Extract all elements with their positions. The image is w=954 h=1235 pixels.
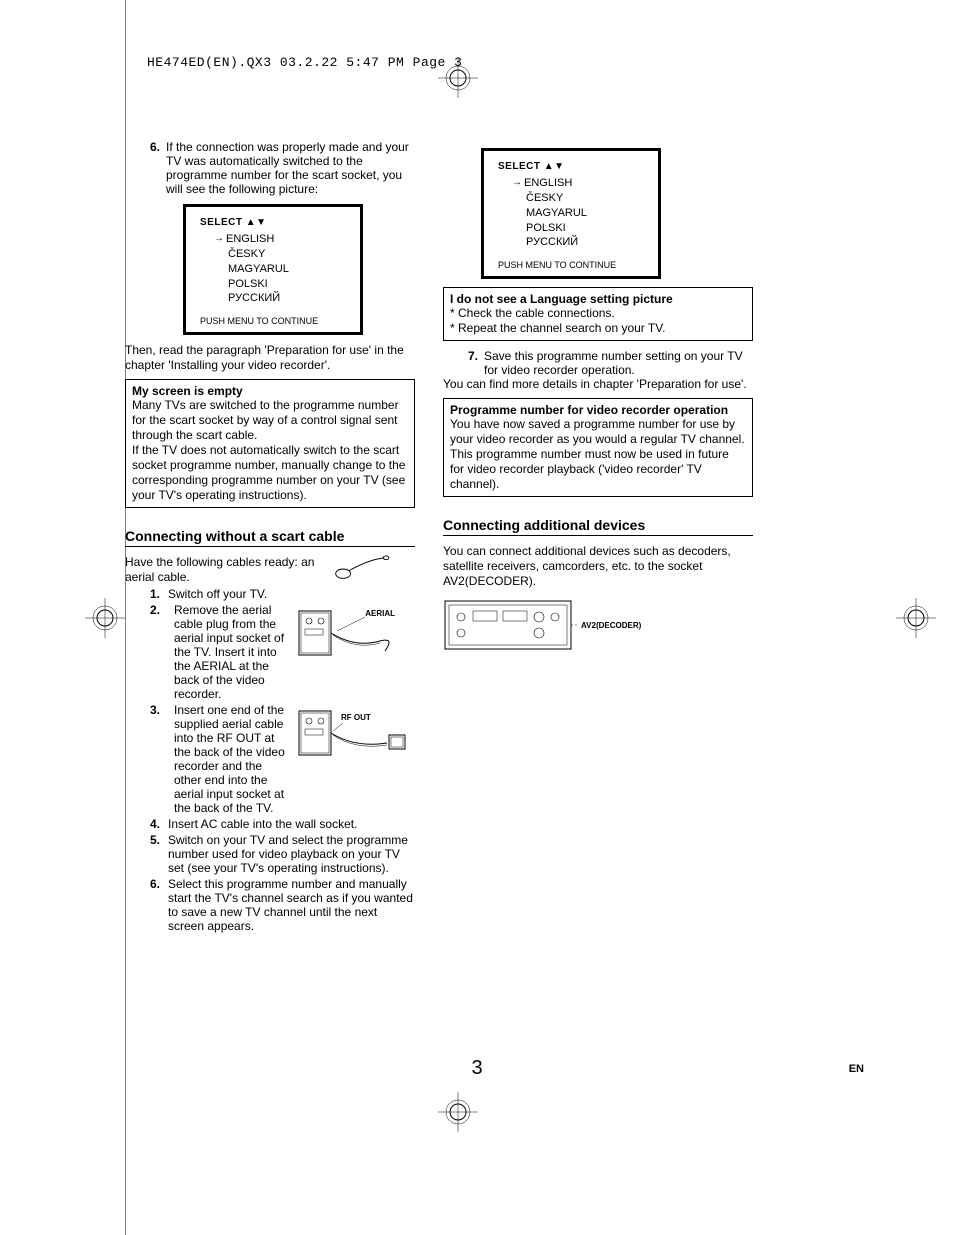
push-menu-label: PUSH MENU TO CONTINUE bbox=[200, 316, 346, 326]
lang-option: ČESKY bbox=[526, 191, 644, 206]
tv-screen-language-menu: SELECT ▲▼ ENGLISH ČESKY MAGYARUL POLSKI … bbox=[183, 204, 363, 335]
push-menu-label: PUSH MENU TO CONTINUE bbox=[498, 260, 644, 270]
info-box-text: Many TVs are switched to the programme n… bbox=[132, 398, 408, 443]
section-heading: Connecting without a scart cable bbox=[125, 528, 415, 544]
step-text: If the connection was properly made and … bbox=[166, 140, 415, 196]
registration-mark-icon bbox=[438, 1092, 478, 1132]
lang-option: POLSKI bbox=[526, 221, 644, 236]
step-number: 4. bbox=[150, 817, 168, 831]
step-text: Switch off your TV. bbox=[168, 587, 415, 601]
lang-option: MAGYARUL bbox=[526, 206, 644, 221]
left-column: 6. If the connection was properly made a… bbox=[125, 140, 415, 933]
step-number: 5. bbox=[150, 833, 168, 875]
lang-option: MAGYARUL bbox=[228, 262, 346, 277]
lang-option: POLSKI bbox=[228, 277, 346, 292]
step-text: Switch on your TV and select the program… bbox=[168, 833, 415, 875]
info-box-title: I do not see a Language setting picture bbox=[450, 292, 746, 306]
lang-option: ENGLISH bbox=[228, 232, 346, 247]
rf-out-connection-diagram: RF OUT bbox=[295, 703, 415, 763]
page-number: 3 bbox=[471, 1057, 482, 1080]
step-text: Save this programme number setting on yo… bbox=[484, 349, 753, 377]
lang-option: РУССКИЙ bbox=[228, 291, 346, 306]
intro-text: Have the following cables ready: an aeri… bbox=[125, 555, 325, 585]
decoder-connection-diagram: AV2(DECODER) bbox=[443, 595, 603, 665]
step-text: Remove the aerial cable plug from the ae… bbox=[174, 603, 289, 701]
lang-option: ENGLISH bbox=[526, 176, 644, 191]
info-box-title: Programme number for video recorder oper… bbox=[450, 403, 746, 417]
info-box-text: If the TV does not automatically switch … bbox=[132, 443, 408, 503]
paragraph: You can find more details in chapter 'Pr… bbox=[443, 377, 753, 392]
print-header: HE474ED(EN).QX3 03.2.22 5:47 PM Page 3 bbox=[125, 55, 875, 70]
step-number: 1. bbox=[150, 587, 168, 601]
lang-option: ČESKY bbox=[228, 247, 346, 262]
paragraph: You can connect additional devices such … bbox=[443, 544, 753, 589]
lang-option: РУССКИЙ bbox=[526, 235, 644, 250]
info-box-title: My screen is empty bbox=[132, 384, 408, 398]
step-text: Insert one end of the supplied aerial ca… bbox=[174, 703, 289, 815]
right-column: SELECT ▲▼ ENGLISH ČESKY MAGYARUL POLSKI … bbox=[443, 140, 753, 933]
paragraph: Then, read the paragraph 'Preparation fo… bbox=[125, 343, 415, 373]
step-number: 7. bbox=[468, 349, 484, 377]
aerial-connection-diagram: AERIAL bbox=[295, 603, 415, 663]
aerial-cable-icon bbox=[325, 555, 393, 583]
info-box-text: You have now saved a programme number fo… bbox=[450, 417, 746, 492]
info-box-bullet: * Check the cable connections. bbox=[450, 306, 746, 321]
registration-mark-icon bbox=[85, 598, 125, 638]
info-box-no-language: I do not see a Language setting picture … bbox=[443, 287, 753, 341]
step-text: Insert AC cable into the wall socket. bbox=[168, 817, 415, 831]
registration-mark-icon bbox=[438, 58, 478, 98]
info-box-bullet: * Repeat the channel search on your TV. bbox=[450, 321, 746, 336]
step-number: 6. bbox=[150, 877, 168, 933]
step-text: Select this programme number and manuall… bbox=[168, 877, 415, 933]
step-number: 2. bbox=[150, 603, 168, 617]
section-heading: Connecting additional devices bbox=[443, 517, 753, 533]
info-box-programme-number: Programme number for video recorder oper… bbox=[443, 398, 753, 497]
tv-screen-language-menu: SELECT ▲▼ ENGLISH ČESKY MAGYARUL POLSKI … bbox=[481, 148, 661, 279]
step-number: 3. bbox=[150, 703, 168, 717]
page-language: EN bbox=[849, 1063, 864, 1075]
select-label: SELECT ▲▼ bbox=[200, 217, 346, 228]
select-label: SELECT ▲▼ bbox=[498, 161, 644, 172]
step-number: 6. bbox=[150, 140, 166, 196]
registration-mark-icon bbox=[896, 598, 936, 638]
info-box-screen-empty: My screen is empty Many TVs are switched… bbox=[125, 379, 415, 508]
